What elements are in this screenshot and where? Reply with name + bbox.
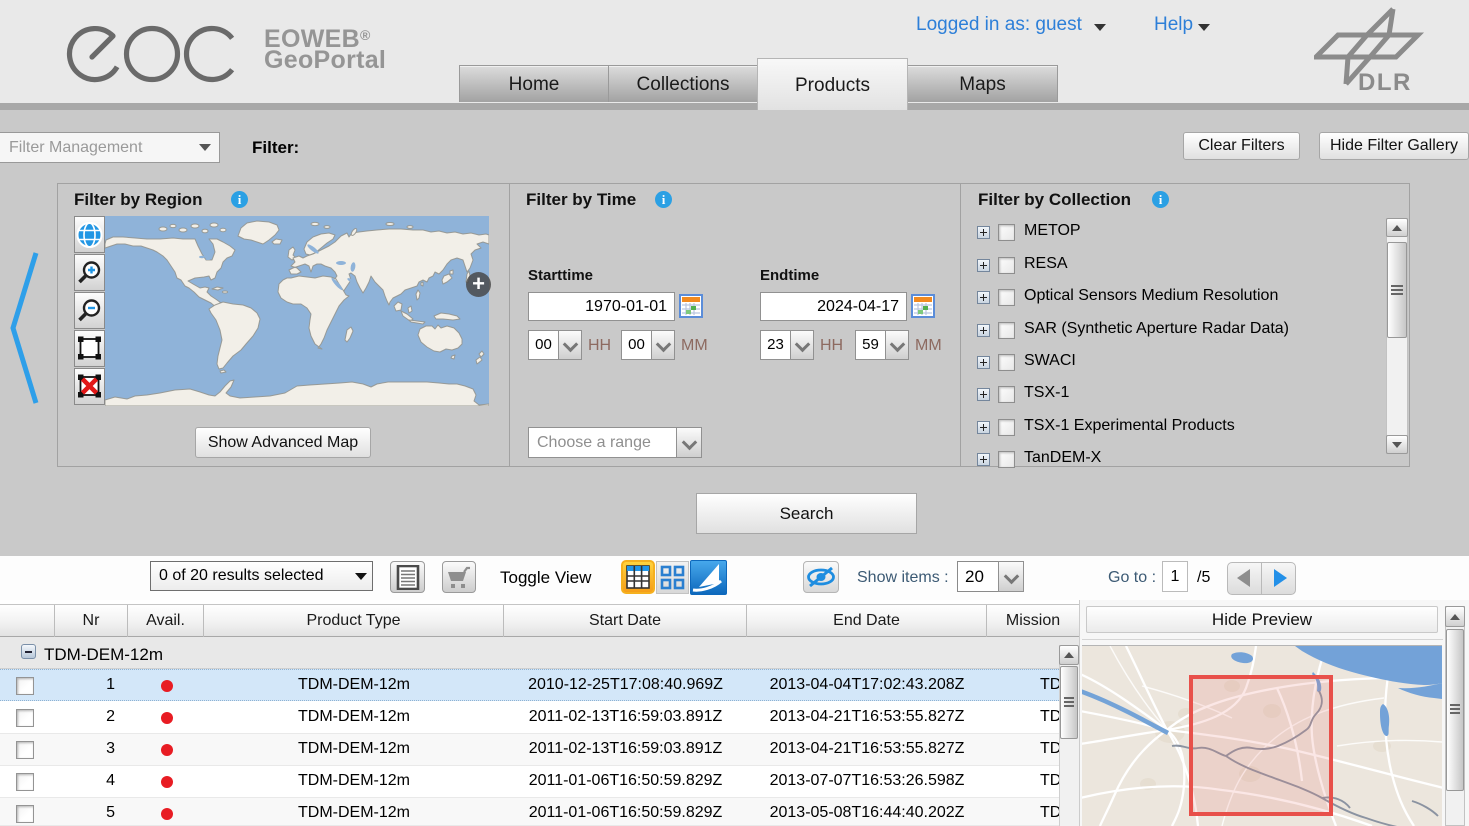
svg-text:DLR: DLR	[1358, 69, 1412, 96]
